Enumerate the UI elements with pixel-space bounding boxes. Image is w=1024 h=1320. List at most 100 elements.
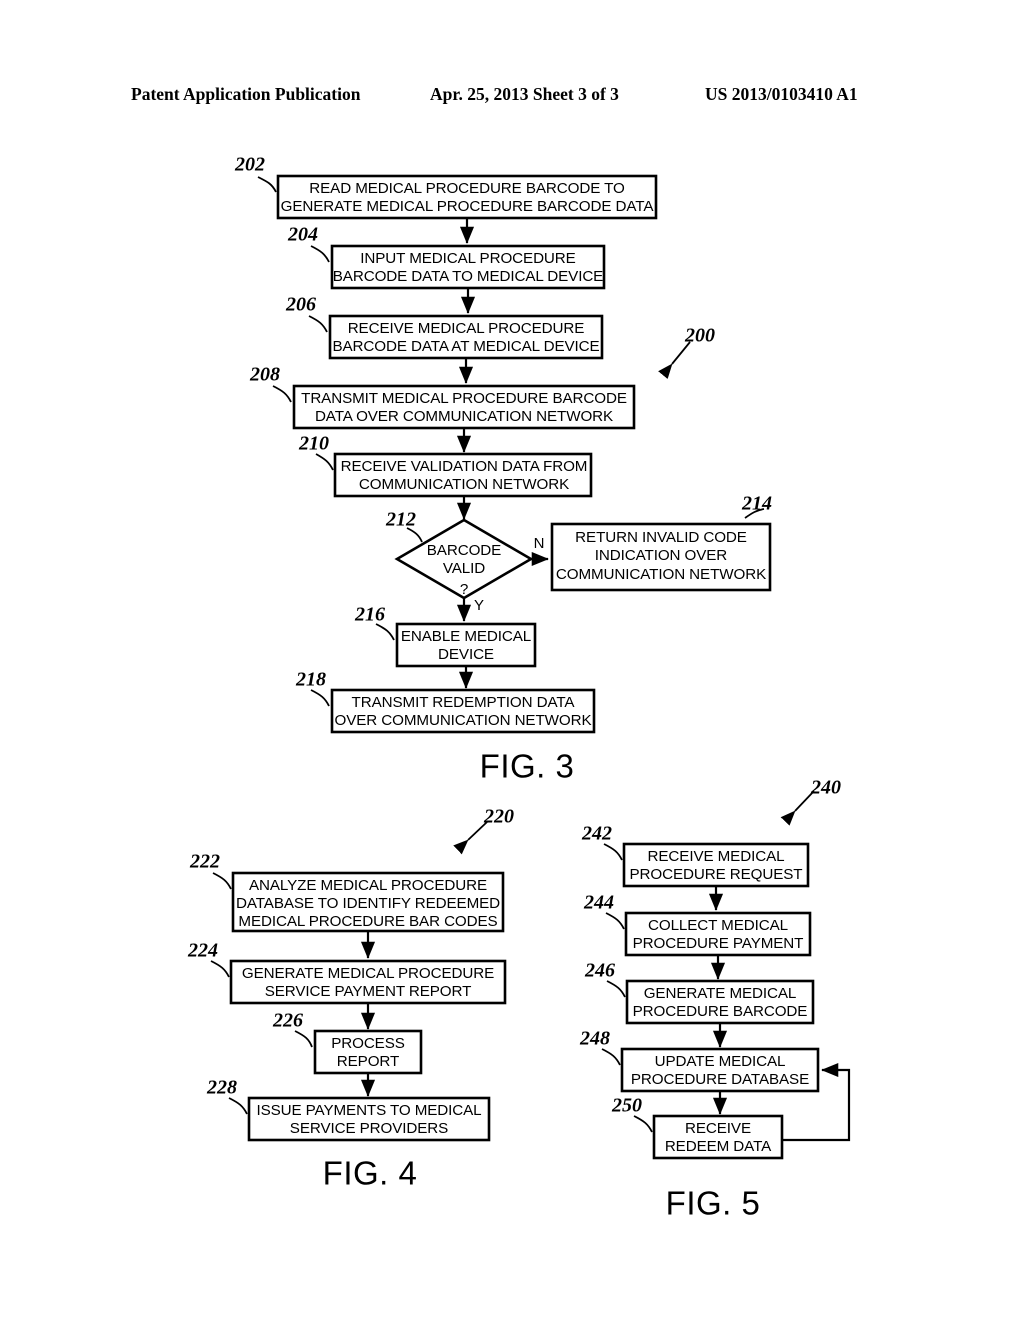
fig3-box-214-line1: RETURN INVALID CODE: [575, 529, 747, 546]
figure-3: 200 READ MEDICAL PROCEDURE BARCODE TO GE…: [234, 154, 772, 785]
fig4-box-222-line2: DATABASE TO IDENTIFY REDEEMED: [236, 895, 500, 912]
fig5-step-244: COLLECT MEDICAL PROCEDURE PAYMENT 244: [583, 892, 812, 957]
fig3-box-208-line1: TRANSMIT MEDICAL PROCEDURE BARCODE: [301, 390, 627, 407]
fig4-label: FIG. 4: [323, 1155, 418, 1192]
fig5-ref-246-label: 246: [584, 960, 615, 982]
fig5-ref-250-label: 250: [611, 1095, 642, 1117]
fig3-branch-label-yes: Y: [474, 597, 484, 614]
figure-4: 220 ANALYZE MEDICAL PROCEDURE DATABASE T…: [187, 806, 514, 1192]
fig3-box-210-line1: RECEIVE VALIDATION DATA FROM: [341, 458, 588, 475]
fig3-label: FIG. 3: [480, 748, 575, 785]
patent-figures-canvas: 200 READ MEDICAL PROCEDURE BARCODE TO GE…: [187, 154, 851, 1222]
fig4-step-228: ISSUE PAYMENTS TO MEDICAL SERVICE PROVID…: [206, 1077, 491, 1142]
fig4-box-224-line1: GENERATE MEDICAL PROCEDURE: [242, 965, 494, 982]
fig5-step-250: RECEIVE REDEEM DATA 250: [611, 1095, 784, 1160]
fig5-ref-248-label: 248: [579, 1028, 610, 1050]
fig3-diamond-212-line3: ?: [460, 581, 468, 598]
fig5-box-248-line1: UPDATE MEDICAL: [655, 1053, 786, 1070]
fig4-reference-220: 220: [453, 806, 514, 855]
fig3-leader-202: [257, 176, 277, 193]
fig3-ref-218-label: 218: [295, 669, 326, 691]
fig3-step-218: TRANSMIT REDEMPTION DATA OVER COMMUNICAT…: [295, 669, 596, 734]
fig3-diamond-212-line1: BARCODE: [427, 542, 501, 559]
fig5-box-250-line2: REDEEM DATA: [665, 1138, 772, 1155]
fig5-label: FIG. 5: [666, 1185, 761, 1222]
fig3-step-212: BARCODE VALID ? 212: [385, 509, 534, 600]
fig3-box-202-line2: GENERATE MEDICAL PROCEDURE BARCODE DATA: [281, 198, 655, 215]
fig3-box-214-line3: COMMUNICATION NETWORK: [556, 566, 766, 583]
fig3-box-210-line2: COMMUNICATION NETWORK: [359, 476, 569, 493]
fig4-box-226-line2: REPORT: [337, 1053, 399, 1070]
fig5-step-248: UPDATE MEDICAL PROCEDURE DATABASE 248: [579, 1028, 820, 1093]
fig4-ref-226-label: 226: [272, 1010, 303, 1032]
fig3-ref-206-label: 206: [285, 294, 316, 316]
fig3-reference-200: 200: [658, 325, 715, 380]
fig3-step-204: INPUT MEDICAL PROCEDURE BARCODE DATA TO …: [287, 224, 606, 290]
fig5-leader-244: [605, 912, 625, 930]
fig5-box-242-line1: RECEIVE MEDICAL: [648, 848, 785, 865]
fig4-step-222: ANALYZE MEDICAL PROCEDURE DATABASE TO ID…: [189, 851, 505, 933]
fig3-box-218-line1: TRANSMIT REDEMPTION DATA: [352, 694, 576, 711]
fig4-box-228-line1: ISSUE PAYMENTS TO MEDICAL: [256, 1102, 481, 1119]
fig5-reference-240: 240: [780, 777, 841, 826]
fig3-step-216: ENABLE MEDICAL DEVICE 216: [354, 604, 537, 668]
fig3-step-208: TRANSMIT MEDICAL PROCEDURE BARCODE DATA …: [249, 364, 636, 430]
fig4-box-226-line1: PROCESS: [331, 1035, 405, 1052]
fig3-step-210: RECEIVE VALIDATION DATA FROM COMMUNICATI…: [298, 433, 593, 498]
fig5-box-246-line2: PROCEDURE BARCODE: [633, 1003, 808, 1020]
fig4-box-222-line1: ANALYZE MEDICAL PROCEDURE: [249, 877, 487, 894]
fig3-box-204-line2: BARCODE DATA TO MEDICAL DEVICE: [333, 268, 603, 285]
fig3-box-214-line2: INDICATION OVER: [595, 547, 728, 564]
fig5-box-244-line1: COLLECT MEDICAL: [648, 917, 788, 934]
fig3-leader-206: [308, 315, 328, 333]
fig5-ref-242-label: 242: [581, 823, 612, 845]
fig4-leader-222: [212, 872, 232, 890]
fig5-leader-246: [606, 980, 626, 998]
fig5-ref-244-label: 244: [583, 892, 614, 914]
fig3-ref-208-label: 208: [249, 364, 280, 386]
fig5-box-246-line1: GENERATE MEDICAL: [644, 985, 797, 1002]
fig3-ref-200-label: 200: [684, 325, 715, 347]
fig3-box-206-line2: BARCODE DATA AT MEDICAL DEVICE: [332, 338, 599, 355]
fig4-box-224-line2: SERVICE PAYMENT REPORT: [265, 983, 472, 1000]
fig3-step-206: RECEIVE MEDICAL PROCEDURE BARCODE DATA A…: [285, 294, 604, 360]
fig4-step-226: PROCESS REPORT 226: [272, 1010, 423, 1075]
fig5-box-242-line2: PROCEDURE REQUEST: [630, 866, 803, 883]
fig3-box-216-line2: DEVICE: [438, 646, 494, 663]
fig3-box-206-line1: RECEIVE MEDICAL PROCEDURE: [348, 320, 585, 337]
fig3-branch-label-no: N: [534, 535, 545, 552]
fig3-leader-210: [315, 453, 334, 471]
fig4-box-228-line2: SERVICE PROVIDERS: [290, 1120, 448, 1137]
fig3-ref-214-label: 214: [741, 493, 772, 515]
fig3-ref-216-label: 216: [354, 604, 385, 626]
fig5-box-248-line2: PROCEDURE DATABASE: [631, 1071, 809, 1088]
fig3-ref-202-label: 202: [234, 154, 265, 176]
fig4-ref-222-label: 222: [189, 851, 220, 873]
figure-5: 240 RECEIVE MEDICAL PROCEDURE REQUEST 24…: [579, 777, 851, 1222]
fig5-leader-250: [633, 1115, 653, 1133]
fig3-step-214: RETURN INVALID CODE INDICATION OVER COMM…: [550, 493, 772, 592]
fig5-box-250-line1: RECEIVE: [685, 1120, 751, 1137]
fig3-box-204-line1: INPUT MEDICAL PROCEDURE: [360, 250, 575, 267]
fig3-ref-212-label: 212: [385, 509, 416, 531]
fig4-box-222-line3: MEDICAL PROCEDURE BAR CODES: [238, 913, 497, 930]
fig5-ref-240-label: 240: [810, 777, 841, 799]
fig4-ref-220-label: 220: [483, 806, 514, 828]
fig3-leader-208: [272, 385, 292, 403]
fig3-ref-210-label: 210: [298, 433, 329, 455]
fig4-leader-226: [294, 1030, 313, 1048]
fig4-leader-228: [228, 1097, 248, 1115]
fig3-box-218-line2: OVER COMMUNICATION NETWORK: [335, 712, 592, 729]
fig3-diamond-212-line2: VALID: [443, 560, 485, 577]
fig4-ref-224-label: 224: [187, 940, 218, 962]
fig3-leader-216: [375, 623, 395, 641]
fig3-step-202: READ MEDICAL PROCEDURE BARCODE TO GENERA…: [234, 154, 658, 220]
fig3-ref-204-label: 204: [287, 224, 318, 246]
fig3-leader-204: [310, 245, 330, 263]
fig3-box-208-line2: DATA OVER COMMUNICATION NETWORK: [315, 408, 613, 425]
fig5-step-242: RECEIVE MEDICAL PROCEDURE REQUEST 242: [581, 823, 810, 888]
fig5-leader-242: [603, 843, 623, 861]
fig3-box-202-line1: READ MEDICAL PROCEDURE BARCODE TO: [309, 180, 625, 197]
fig5-leader-248: [601, 1048, 621, 1066]
fig4-leader-224: [210, 960, 230, 978]
